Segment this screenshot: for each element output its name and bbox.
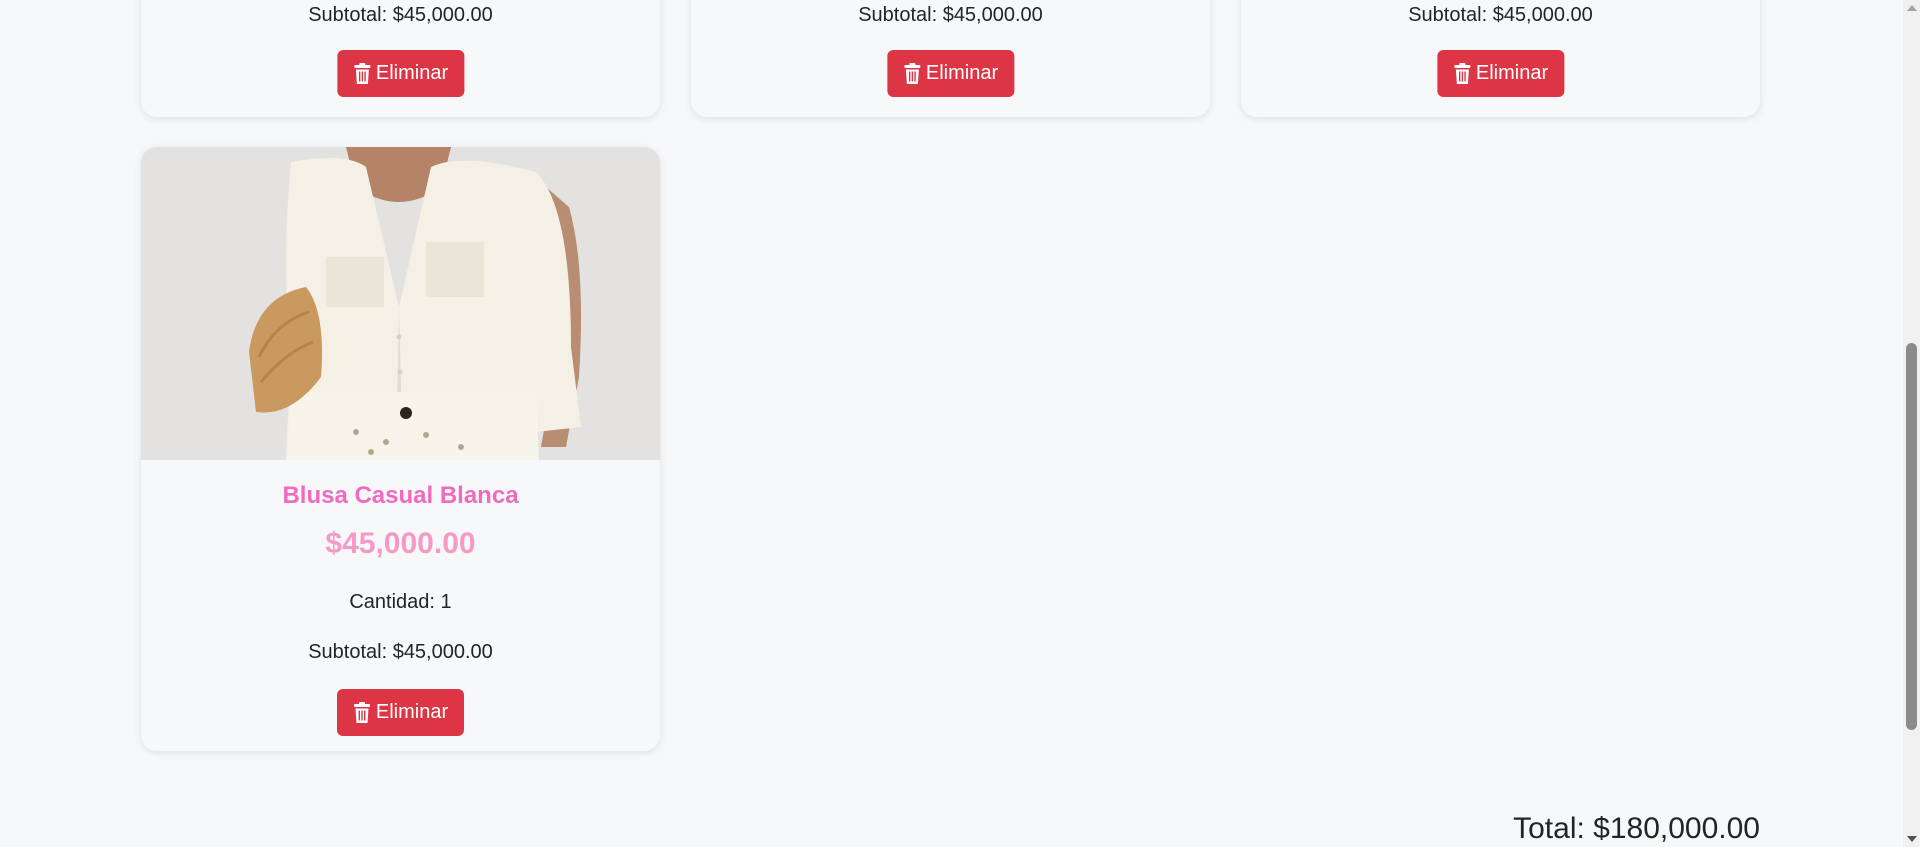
delete-button-label: Eliminar — [375, 701, 449, 723]
product-image — [141, 147, 660, 460]
delete-button-label: Eliminar — [1475, 62, 1549, 84]
cart-item-card: Subtotal: $45,000.00 Eliminar — [141, 0, 660, 117]
cart-page: Subtotal: $45,000.00 Eliminar Subtotal: … — [0, 0, 1903, 847]
trash-icon — [903, 62, 920, 84]
scrollbar-thumb[interactable] — [1906, 343, 1917, 730]
delete-button[interactable]: Eliminar — [1436, 50, 1565, 97]
trash-icon — [353, 62, 370, 84]
item-subtotal: Subtotal: $45,000.00 — [308, 4, 493, 26]
cart-item-card: Subtotal: $45,000.00 Eliminar — [691, 0, 1210, 117]
product-price: $45,000.00 — [325, 527, 476, 560]
item-subtotal: Subtotal: $45,000.00 — [308, 641, 493, 663]
delete-button[interactable]: Eliminar — [336, 50, 465, 97]
trash-icon — [353, 701, 370, 723]
delete-button-label: Eliminar — [375, 62, 449, 84]
cart-item-card: Subtotal: $45,000.00 Eliminar — [1241, 0, 1760, 117]
item-quantity: Cantidad: 1 — [349, 591, 452, 613]
item-subtotal: Subtotal: $45,000.00 — [858, 4, 1043, 26]
cart-item-card: Blusa Casual Blanca $45,000.00 Cantidad:… — [141, 147, 660, 751]
scroll-up-arrow-icon[interactable] — [1907, 5, 1917, 11]
trash-icon — [1453, 62, 1470, 84]
item-subtotal: Subtotal: $45,000.00 — [1408, 4, 1593, 26]
cart-total: Total: $180,000.00 — [1513, 812, 1760, 845]
delete-button-label: Eliminar — [925, 62, 999, 84]
delete-button[interactable]: Eliminar — [336, 689, 465, 736]
product-name: Blusa Casual Blanca — [282, 482, 519, 509]
scroll-down-arrow-icon[interactable] — [1907, 836, 1917, 842]
vertical-scrollbar[interactable] — [1903, 0, 1920, 847]
delete-button[interactable]: Eliminar — [886, 50, 1015, 97]
